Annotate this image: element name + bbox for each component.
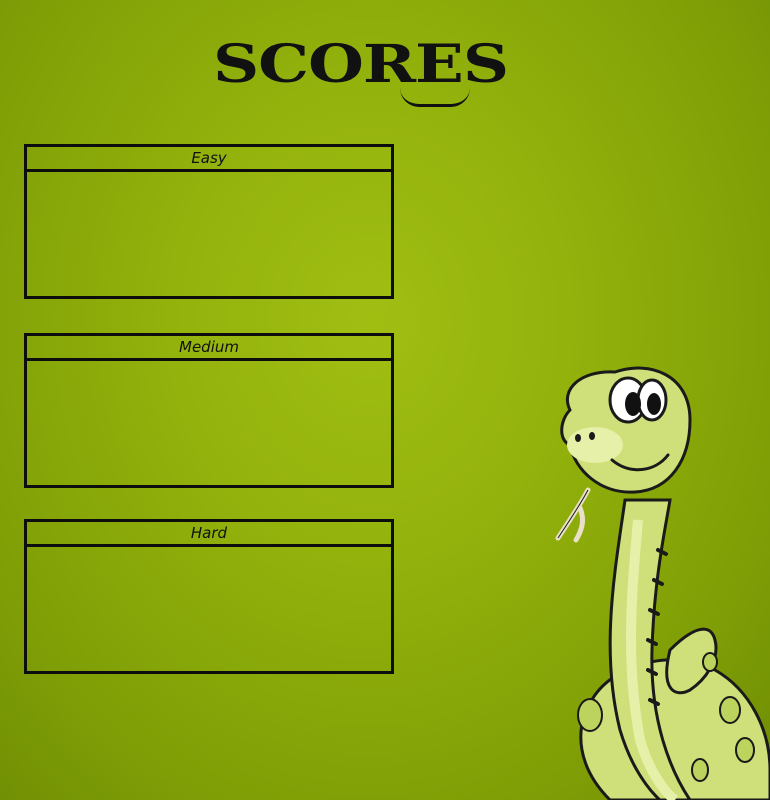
page-title: SCORES	[212, 33, 509, 95]
medium-panel-header: Medium	[27, 336, 391, 361]
medium-score-list	[27, 361, 391, 485]
easy-score-list	[27, 172, 391, 296]
easy-score-panel: Easy	[24, 144, 394, 299]
medium-score-panel: Medium	[24, 333, 394, 488]
easy-panel-header: Easy	[27, 147, 391, 172]
cartoon-snake-icon	[555, 366, 770, 800]
hard-score-panel: Hard	[24, 519, 394, 674]
hard-panel-header: Hard	[27, 522, 391, 547]
hard-score-list	[27, 547, 391, 671]
title-swash	[400, 88, 470, 107]
